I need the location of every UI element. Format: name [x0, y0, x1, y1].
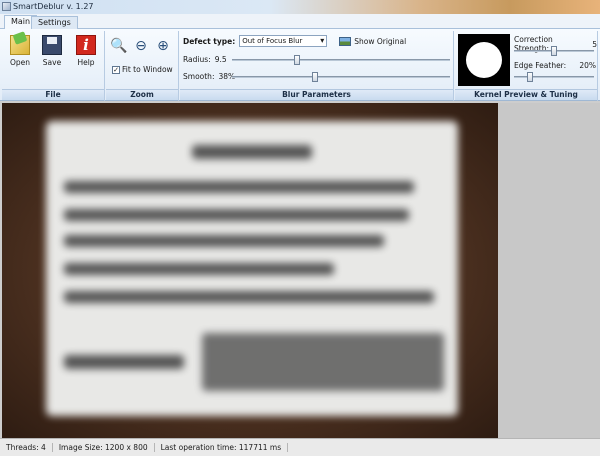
blurred-text-line	[64, 235, 384, 247]
open-button[interactable]: Open	[6, 33, 34, 77]
zoom-group: 🔍 ⊖ ⊕ ✓ Fit to Window Zoom	[106, 31, 179, 101]
smooth-slider[interactable]	[232, 71, 450, 83]
open-folder-icon	[10, 35, 30, 55]
blurred-text-line	[192, 145, 312, 159]
zoom-in-icon: ⊕	[157, 38, 169, 54]
blurred-text-line	[64, 209, 409, 221]
status-last-operation: Last operation time: 117711 ms	[155, 443, 289, 452]
smooth-row: Smooth: 38%	[183, 72, 235, 81]
fit-to-window-checkbox[interactable]: ✓ Fit to Window	[112, 65, 173, 74]
window-title: SmartDeblur v. 1.27	[13, 2, 94, 11]
defect-type-select[interactable]: Out of Focus Blur	[239, 35, 328, 47]
blurred-barcode-block	[202, 333, 444, 391]
radius-slider-thumb[interactable]	[294, 55, 301, 65]
show-original-button[interactable]: Show Original	[339, 36, 407, 46]
smooth-slider-track	[232, 76, 450, 78]
edge-feather-thumb[interactable]	[527, 72, 533, 82]
help-button[interactable]: i Help	[72, 33, 100, 77]
edge-feather-value: 20%	[579, 61, 596, 70]
file-group: Open Save i Help File	[2, 31, 105, 101]
radius-slider[interactable]	[232, 54, 450, 66]
defect-type-row: Defect type: Out of Focus Blur Show Orig…	[183, 35, 406, 47]
defect-type-value: Out of Focus Blur	[242, 37, 303, 45]
empty-canvas-area	[498, 103, 600, 438]
zoom-group-label: Zoom	[106, 89, 178, 100]
zoom-in-button[interactable]: ⊕	[154, 37, 172, 55]
edge-feather-slider[interactable]	[514, 71, 594, 83]
edge-feather-label: Edge Feather:	[514, 61, 567, 70]
smooth-label: Smooth:	[183, 72, 215, 81]
tab-settings[interactable]: Settings	[31, 16, 78, 29]
zoom-out-icon: ⊖	[135, 38, 147, 54]
blurred-text-line	[64, 263, 334, 275]
save-button[interactable]: Save	[38, 33, 66, 77]
kernel-group-label: Kernel Preview & Tuning	[455, 89, 597, 100]
kernel-preview	[458, 34, 510, 86]
checkbox-checked-icon: ✓	[112, 65, 120, 74]
tab-strip: Main Settings	[0, 14, 600, 30]
blurred-text-line	[64, 291, 434, 303]
help-label: Help	[77, 58, 95, 67]
title-bar: SmartDeblur v. 1.27	[0, 0, 600, 14]
radius-label: Radius:	[183, 55, 211, 64]
zoom-icon: 🔍	[110, 38, 128, 54]
defect-type-label: Defect type:	[183, 36, 236, 46]
status-threads: Threads: 4	[0, 443, 53, 452]
edge-feather-row: Edge Feather: 20%	[514, 61, 596, 70]
correction-strength-slider[interactable]	[514, 45, 594, 57]
blurred-image	[2, 103, 498, 438]
status-bar: Threads: 4 Image Size: 1200 x 800 Last o…	[0, 438, 600, 456]
save-label: Save	[42, 58, 62, 67]
radius-value: 9.5	[214, 55, 227, 64]
smooth-slider-thumb[interactable]	[311, 72, 318, 82]
zoom-button[interactable]: 🔍	[110, 37, 128, 55]
zoom-out-button[interactable]: ⊖	[132, 37, 150, 55]
kernel-group: Correction Strength: 5 Edge Feather: 20%…	[455, 31, 598, 101]
image-icon	[339, 36, 352, 46]
kernel-disc	[466, 42, 502, 78]
blur-parameters-group-label: Blur Parameters	[180, 89, 453, 100]
fit-to-window-label: Fit to Window	[122, 65, 173, 74]
help-icon: i	[76, 35, 96, 55]
blur-parameters-group: Defect type: Out of Focus Blur Show Orig…	[180, 31, 454, 101]
blurred-text-line	[64, 181, 414, 193]
edge-feather-track	[514, 76, 594, 78]
correction-strength-thumb[interactable]	[551, 46, 557, 56]
status-image-size: Image Size: 1200 x 800	[53, 443, 155, 452]
app-icon	[2, 2, 11, 11]
file-group-label: File	[2, 89, 104, 100]
ribbon: Open Save i Help File 🔍 ⊖ ⊕ ✓ Fit to Win…	[0, 29, 600, 101]
radius-slider-track	[232, 59, 450, 61]
open-label: Open	[9, 58, 31, 67]
image-workspace[interactable]	[0, 101, 600, 438]
radius-row: Radius: 9.5	[183, 55, 227, 64]
floppy-disk-icon	[42, 35, 62, 55]
show-original-label: Show Original	[354, 36, 407, 46]
blurred-text-line	[64, 355, 184, 369]
